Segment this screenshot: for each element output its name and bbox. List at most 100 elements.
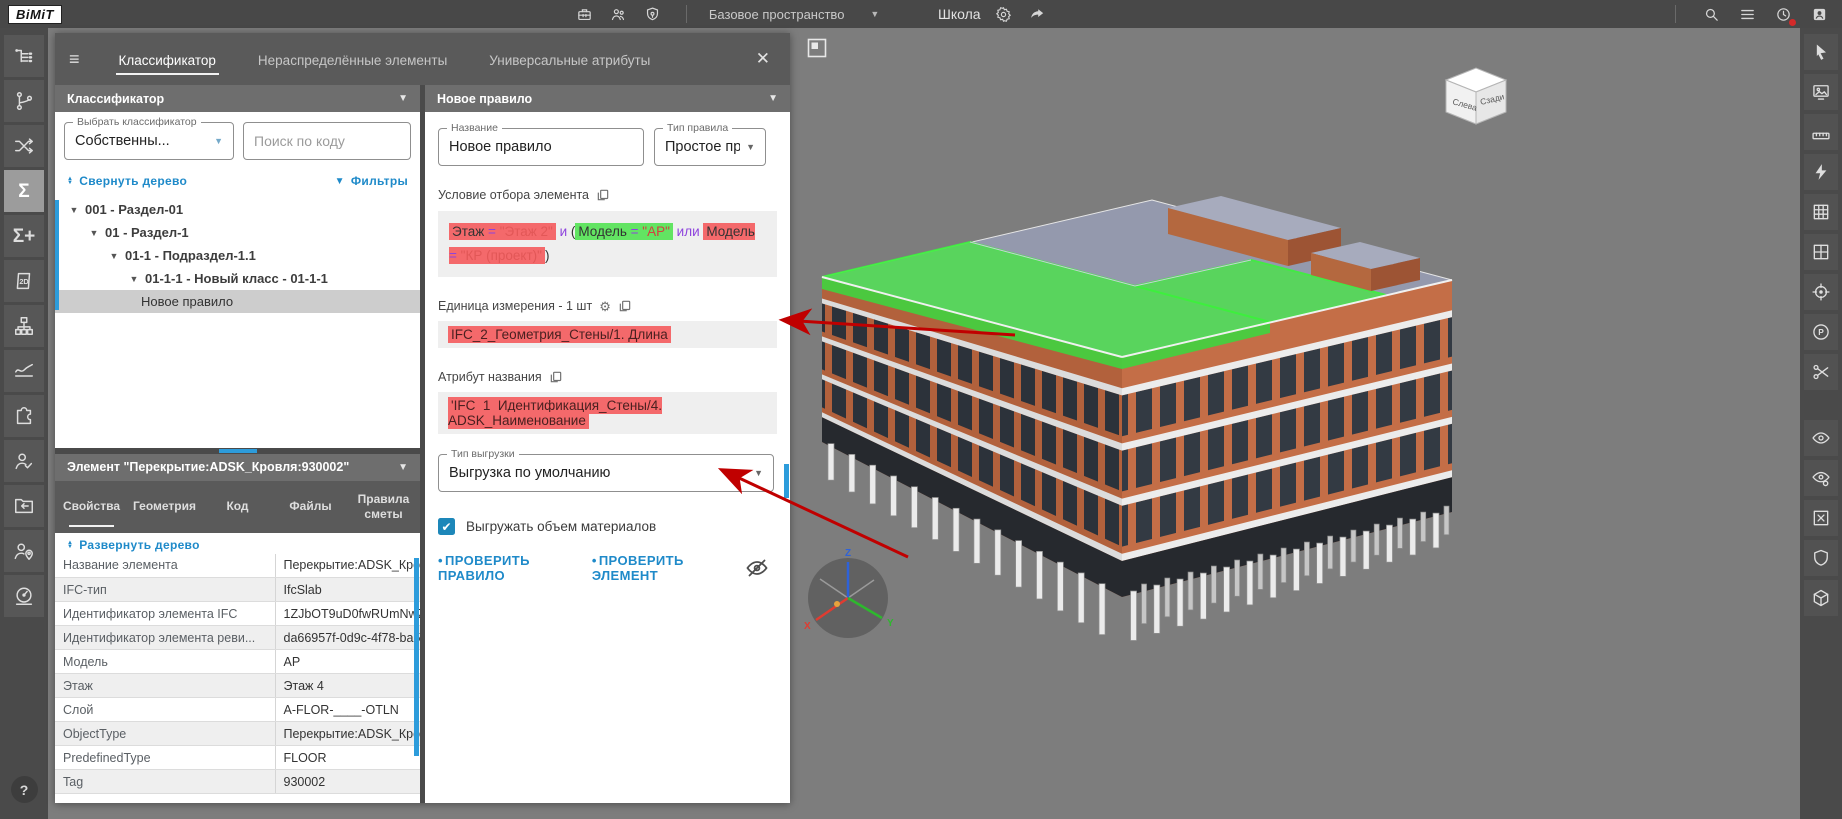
copy-icon[interactable]: [618, 299, 632, 313]
tree-item[interactable]: ▼001 - Раздел-01: [55, 198, 420, 221]
tree-item[interactable]: ▼01 - Раздел-1: [55, 221, 420, 244]
tool-view-screen-icon[interactable]: [1804, 74, 1838, 110]
sidebar-user-location-icon[interactable]: [4, 530, 44, 572]
toolbox-icon[interactable]: [574, 3, 596, 25]
account-icon[interactable]: [1808, 3, 1830, 25]
element-tab[interactable]: Геометрия: [128, 493, 201, 520]
axis-gizmo[interactable]: Z X Y: [804, 548, 894, 638]
element-tab[interactable]: Файлы: [274, 493, 347, 520]
list-icon[interactable]: [1736, 3, 1758, 25]
sidebar-user-approve-icon[interactable]: [4, 440, 44, 482]
search-icon[interactable]: [1700, 3, 1722, 25]
property-row[interactable]: PredefinedTypeFLOOR: [55, 746, 420, 770]
tool-protect-shield-icon[interactable]: [1804, 540, 1838, 576]
tree-scrollbar[interactable]: [55, 200, 59, 310]
copy-icon[interactable]: [596, 188, 610, 202]
rule-section-header[interactable]: Новое правило ▼: [425, 85, 790, 112]
element-section-header[interactable]: Элемент "Перекрытие:ADSK_Кровля:930002" …: [55, 454, 420, 481]
code-search-field[interactable]: [243, 122, 411, 160]
element-tab[interactable]: Код: [201, 493, 274, 520]
checkbox-checked-icon[interactable]: ✔: [438, 518, 455, 535]
workspace-select[interactable]: Базовое пространство ▼: [709, 7, 879, 22]
help-button[interactable]: ?: [11, 776, 38, 803]
sidebar-estimate-add-icon[interactable]: Σ+: [4, 215, 44, 257]
chevron-down-icon[interactable]: ▼: [398, 93, 408, 104]
eye-off-icon[interactable]: [745, 556, 769, 580]
code-search-input[interactable]: [254, 133, 400, 149]
property-row[interactable]: Tag930002: [55, 770, 420, 794]
shield-lock-icon[interactable]: [642, 3, 664, 25]
tool-grid-dense-icon[interactable]: [1804, 194, 1838, 230]
rule-scrollbar[interactable]: [784, 464, 789, 498]
rule-name-field[interactable]: Название Новое правило: [438, 128, 644, 166]
tool-measure-ruler-icon[interactable]: [1804, 114, 1838, 150]
property-row[interactable]: IFC-типIfcSlab: [55, 578, 420, 602]
sidebar-relations-branch-icon[interactable]: [4, 80, 44, 122]
property-row[interactable]: Идентификатор элемента реви...da66957f-0…: [55, 626, 420, 650]
tree-item[interactable]: Новое правило: [55, 290, 420, 313]
tool-select-cursor-icon[interactable]: [1804, 34, 1838, 70]
tree-expand-caret-icon[interactable]: ▼: [87, 228, 101, 238]
rule-unit-value[interactable]: IFC_2_Геометрия_Стены/1. Длина: [438, 321, 777, 348]
property-row[interactable]: Идентификатор элемента IFC1ZJbOT9uD0fwRU…: [55, 602, 420, 626]
panel-splitter[interactable]: [55, 448, 420, 454]
export-type-select[interactable]: Тип выгрузки Выгрузка по умолчанию ▼: [438, 454, 774, 492]
sidebar-mapping-shuffle-icon[interactable]: [4, 125, 44, 167]
property-row[interactable]: МодельАР: [55, 650, 420, 674]
chevron-down-icon[interactable]: ▼: [768, 93, 778, 104]
tool-section-scissors-icon[interactable]: [1804, 354, 1838, 390]
splitter-grip[interactable]: [219, 449, 257, 453]
sidebar-import-folder-icon[interactable]: [4, 485, 44, 527]
panel-tab-active[interactable]: Классификатор: [98, 36, 237, 83]
rule-attribute-value[interactable]: 'IFC_1_Идентификация_Стены/4. ADSK_Наиме…: [438, 392, 777, 434]
property-row[interactable]: Название элементаПерекрытие:ADSK_Кровля:…: [55, 554, 420, 578]
view-cube[interactable]: Слева Сзади: [1446, 68, 1506, 124]
tree-item[interactable]: ▼01-1 - Подраздел-1.1: [55, 244, 420, 267]
chevron-down-icon[interactable]: ▼: [398, 462, 408, 473]
property-row[interactable]: ObjectTypeПерекрытие:ADSK_Кровля: [55, 722, 420, 746]
tool-isolate-box-icon[interactable]: [1804, 500, 1838, 536]
classifier-section-header[interactable]: Классификатор ▼: [55, 85, 420, 112]
tree-expand-caret-icon[interactable]: ▼: [127, 274, 141, 284]
tool-focus-target-icon[interactable]: [1804, 274, 1838, 310]
sidebar-dashboard-gauge-icon[interactable]: [4, 575, 44, 617]
close-icon[interactable]: ✕: [750, 49, 776, 69]
tree-expand-caret-icon[interactable]: ▼: [67, 205, 81, 215]
filters-link[interactable]: ▼ Фильтры: [335, 174, 408, 188]
rule-condition-expression[interactable]: Этаж = "Этаж 2" и (Модель = "АР" или Мод…: [438, 211, 777, 277]
copy-icon[interactable]: [549, 370, 563, 384]
history-clock-icon[interactable]: [1772, 3, 1794, 25]
sidebar-analytics-trend-icon[interactable]: [4, 350, 44, 392]
tool-grid-cells-icon[interactable]: [1804, 234, 1838, 270]
team-icon[interactable]: [608, 3, 630, 25]
tool-visibility-settings-eye-icon[interactable]: [1804, 460, 1838, 496]
tree-expand-caret-icon[interactable]: ▼: [107, 251, 121, 261]
collapse-tree-link[interactable]: ▲▼ Свернуть дерево: [67, 174, 187, 188]
tool-plan-circle-p-icon[interactable]: P: [1804, 314, 1838, 350]
panel-menu-icon[interactable]: ≡: [69, 50, 80, 68]
rule-type-select[interactable]: Тип правила Простое прави... ▼: [654, 128, 766, 166]
check-element-button[interactable]: •ПРОВЕРИТЬ ЭЛЕМЕНТ: [592, 553, 727, 583]
tool-quick-actions-lightning-icon[interactable]: [1804, 154, 1838, 190]
screenshot-camera-button[interactable]: [803, 34, 831, 62]
share-icon[interactable]: [1027, 3, 1049, 25]
sidebar-org-structure-icon[interactable]: [4, 305, 44, 347]
sidebar-sheet-2d-icon[interactable]: 2D: [4, 260, 44, 302]
tool-visibility-eye-icon[interactable]: [1804, 420, 1838, 456]
export-materials-checkbox[interactable]: ✔ Выгружать объем материалов: [438, 518, 777, 535]
property-row[interactable]: ЭтажЭтаж 4: [55, 674, 420, 698]
panel-tab-inactive[interactable]: Универсальные атрибуты: [468, 36, 671, 83]
check-rule-button[interactable]: •ПРОВЕРИТЬ ПРАВИЛО: [438, 553, 574, 583]
tree-item[interactable]: ▼01-1-1 - Новый класс - 01-1-1: [55, 267, 420, 290]
gear-icon[interactable]: [993, 3, 1015, 25]
classifier-select[interactable]: Выбрать классификатор Собственны... ▼: [64, 122, 234, 160]
element-tab[interactable]: Свойства: [55, 493, 128, 520]
gear-icon[interactable]: ⚙: [599, 300, 611, 313]
tool-fragment-cube-icon[interactable]: [1804, 580, 1838, 616]
properties-scrollbar[interactable]: [414, 558, 419, 756]
sidebar-classifier-tree-icon[interactable]: [4, 35, 44, 77]
expand-tree-link[interactable]: ▲▼ Развернуть дерево: [67, 538, 408, 552]
sidebar-estimate-sigma-icon[interactable]: Σ: [4, 170, 44, 212]
element-tab[interactable]: Правила сметы: [347, 486, 420, 528]
property-row[interactable]: СлойA-FLOR-____-OTLN: [55, 698, 420, 722]
